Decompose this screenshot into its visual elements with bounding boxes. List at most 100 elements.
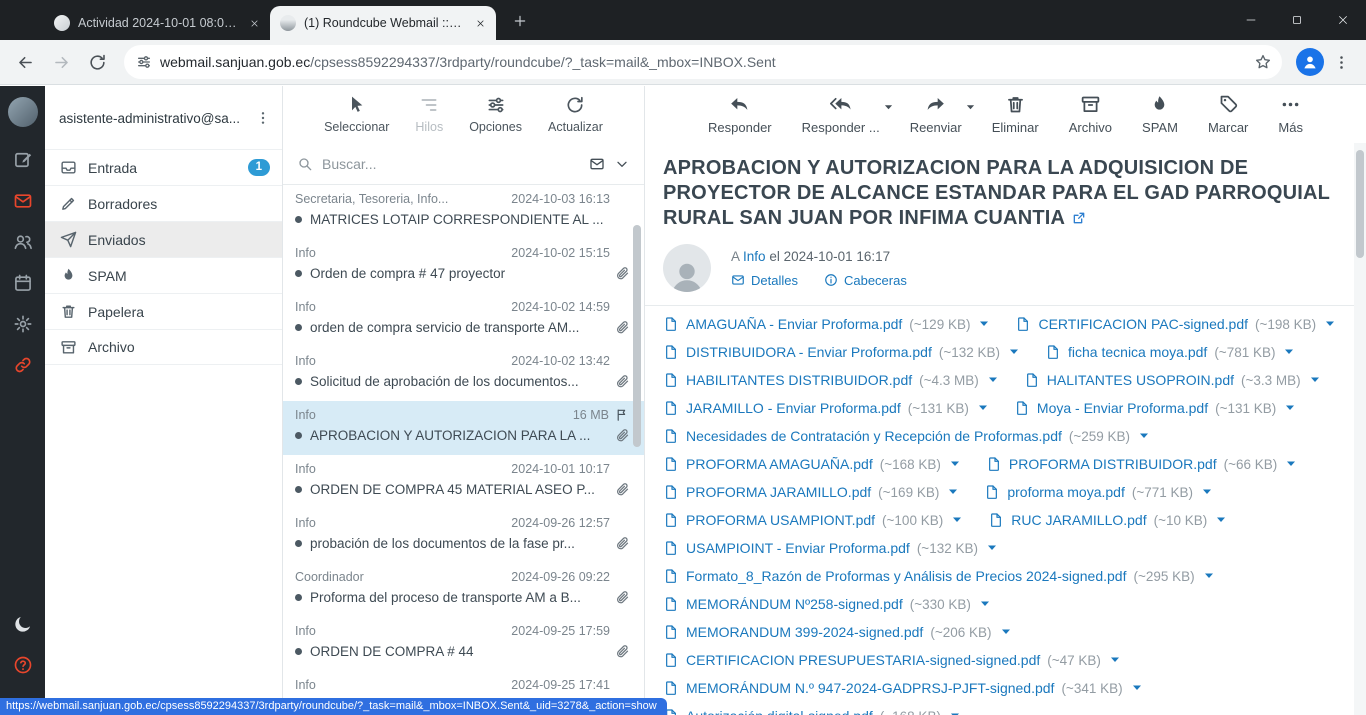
message-row[interactable]: Info 2024-09-26 12:57 probación de los d… [283,509,644,563]
message-row[interactable]: Info 2024-10-02 15:15 Orden de compra # … [283,239,644,293]
attachment[interactable]: DISTRIBUIDORA - Enviar Proforma.pdf (~13… [663,344,1019,360]
attachment-menu-caret-icon[interactable] [980,599,990,609]
attachment-menu-caret-icon[interactable] [978,403,988,413]
back-button[interactable] [8,45,42,79]
dark-mode-moon-icon[interactable] [0,603,45,644]
attachment-menu-caret-icon[interactable] [1204,571,1214,581]
attachment[interactable]: JARAMILLO - Enviar Proforma.pdf (~131 KB… [663,400,988,416]
attachment[interactable]: Autorización digital-signed.pdf (~168 KB… [663,708,960,715]
message-row[interactable]: Secretaria, Tesoreria, Info... 2024-10-0… [283,185,644,239]
forward-button[interactable]: Reenviar [910,94,962,135]
attachment-menu-caret-icon[interactable] [1216,515,1226,525]
attachment[interactable]: USAMPIOINT - Enviar Proforma.pdf (~132 K… [663,540,997,556]
address-bar[interactable]: webmail.sanjuan.gob.ec/cpsess8592294337/… [124,45,1282,79]
compose-icon[interactable] [0,139,45,180]
attachment-menu-caret-icon[interactable] [950,711,960,715]
attachment[interactable]: PROFORMA USAMPIONT.pdf (~100 KB) [663,512,962,528]
headers-link[interactable]: Cabeceras [824,273,907,288]
attachment[interactable]: proforma moya.pdf (~771 KB) [984,484,1212,500]
list-scrollbar[interactable] [633,225,641,447]
message-row[interactable]: Info 2024-10-02 14:59 orden de compra se… [283,293,644,347]
attachment[interactable]: PROFORMA DISTRIBUIDOR.pdf (~66 KB) [986,456,1296,472]
attachment[interactable]: MEMORÁNDUM Nº258-signed.pdf (~330 KB) [663,596,990,612]
reload-button[interactable] [80,45,114,79]
new-tab-button[interactable] [506,7,534,35]
attachment[interactable]: CERTIFICACION PAC-signed.pdf (~198 KB) [1015,316,1335,332]
refresh-button[interactable]: Actualizar [548,95,603,134]
message-row[interactable]: Coordinador 2024-09-26 09:22 Proforma de… [283,563,644,617]
browser-tab-webmail[interactable]: (1) Roundcube Webmail :: Envia [270,6,496,40]
account-menu-icon[interactable] [252,107,274,129]
delete-button[interactable]: Eliminar [992,94,1039,135]
minimize-button[interactable] [1228,0,1274,40]
attachment-menu-caret-icon[interactable] [948,487,958,497]
dropdown-caret-icon[interactable] [966,103,975,112]
mail-scrollbar[interactable] [1356,150,1364,258]
contacts-icon[interactable] [0,221,45,262]
help-icon[interactable] [0,644,45,685]
calendar-icon[interactable] [0,262,45,303]
attachment-menu-caret-icon[interactable] [950,459,960,469]
attachment[interactable]: ficha tecnica moya.pdf (~781 KB) [1045,344,1294,360]
close-button[interactable] [1320,0,1366,40]
select-button[interactable]: Seleccionar [324,95,389,134]
attachment-menu-caret-icon[interactable] [1325,319,1335,329]
attachment[interactable]: HALITANTES USOPROIN.pdf (~3.3 MB) [1024,372,1320,388]
more-button[interactable]: Más [1278,94,1303,135]
threads-button[interactable]: Hilos [415,95,443,134]
attachment[interactable]: Necesidades de Contratación y Recepción … [663,428,1149,444]
attachment[interactable]: Moya - Enviar Proforma.pdf (~131 KB) [1014,400,1295,416]
attachment-menu-caret-icon[interactable] [1285,403,1295,413]
attachment[interactable]: MEMORANDUM 399-2024-signed.pdf (~206 KB) [663,624,1011,640]
attachment-menu-caret-icon[interactable] [1139,431,1149,441]
sidebar-item-sent[interactable]: Enviados [45,221,282,257]
attachment-menu-caret-icon[interactable] [952,515,962,525]
attachment[interactable]: HABILITANTES DISTRIBUIDOR.pdf (~4.3 MB) [663,372,998,388]
attachment[interactable]: PROFORMA JARAMILLO.pdf (~169 KB) [663,484,958,500]
attachment[interactable]: CERTIFICACION PRESUPUESTARIA-signed-sign… [663,652,1120,668]
attachment[interactable]: AMAGUAÑA - Enviar Proforma.pdf (~129 KB) [663,316,989,332]
search-scope-mail-icon[interactable] [589,156,605,172]
attachment[interactable]: RUC JARAMILLO.pdf (~10 KB) [988,512,1226,528]
options-button[interactable]: Opciones [469,95,522,134]
attachment-menu-caret-icon[interactable] [1202,487,1212,497]
sidebar-item-spam[interactable]: SPAM [45,257,282,293]
chevron-down-icon[interactable] [614,156,630,172]
spam-button[interactable]: SPAM [1142,94,1178,135]
attachment-menu-caret-icon[interactable] [1132,683,1142,693]
profile-avatar[interactable] [1296,48,1324,76]
attachment-menu-caret-icon[interactable] [1310,375,1320,385]
mark-button[interactable]: Marcar [1208,94,1248,135]
attachment-menu-caret-icon[interactable] [1110,655,1120,665]
message-row[interactable]: Info 2024-10-02 13:42 Solicitud de aprob… [283,347,644,401]
bookmark-star-icon[interactable] [1254,53,1272,71]
sidebar-item-archive[interactable]: Archivo [45,329,282,365]
sidebar-item-drafts[interactable]: Borradores [45,185,282,221]
attachment-menu-caret-icon[interactable] [1009,347,1019,357]
site-info-icon[interactable] [136,54,152,70]
attachment-menu-caret-icon[interactable] [1001,627,1011,637]
forward-button[interactable] [44,45,78,79]
attachment-menu-caret-icon[interactable] [987,543,997,553]
message-row[interactable]: Info 2024-09-25 17:59 ORDEN DE COMPRA # … [283,617,644,671]
mail-icon[interactable] [0,180,45,221]
message-row[interactable]: Info 2024-10-01 10:17 ORDEN DE COMPRA 45… [283,455,644,509]
tab-close-icon[interactable] [246,15,262,31]
attachment[interactable]: PROFORMA AMAGUAÑA.pdf (~168 KB) [663,456,960,472]
sidebar-item-inbox[interactable]: Entrada 1 [45,149,282,185]
attachment-menu-caret-icon[interactable] [979,319,989,329]
browser-tab-activity[interactable]: Actividad 2024-10-01 08:00:00 [44,6,270,40]
tab-close-icon[interactable] [472,15,488,31]
logo-avatar[interactable] [8,97,38,127]
dropdown-caret-icon[interactable] [884,103,893,112]
attachment-menu-caret-icon[interactable] [988,375,998,385]
sidebar-item-trash[interactable]: Papelera [45,293,282,329]
attachment[interactable]: MEMORÁNDUM N.º 947-2024-GADPRSJ-PJFT-sig… [663,680,1142,696]
message-row[interactable]: Info 16 MB APROBACION Y AUTORIZACION PAR… [283,401,644,455]
browser-menu-icon[interactable] [1326,47,1356,77]
reply-all-button[interactable]: Responder ... [802,94,880,135]
archive-button[interactable]: Archivo [1069,94,1112,135]
settings-gear-icon[interactable] [0,303,45,344]
recipient-link[interactable]: Info [743,249,766,264]
reply-button[interactable]: Responder [708,94,772,135]
